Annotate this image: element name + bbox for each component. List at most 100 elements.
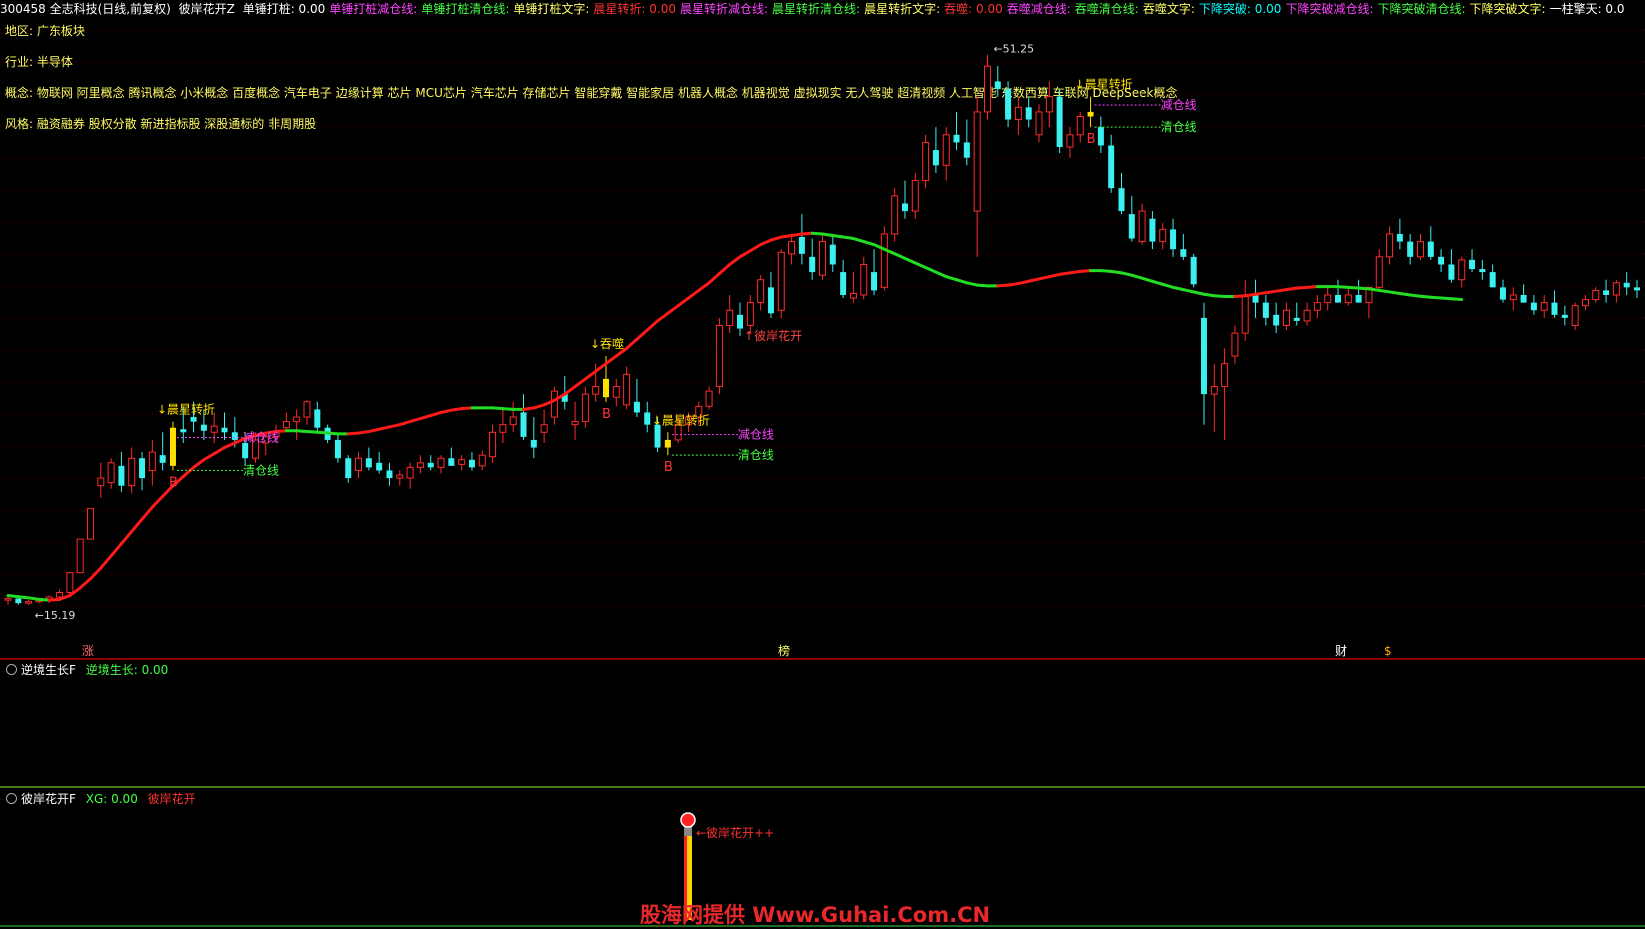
candle-body (1407, 241, 1414, 257)
candle-body (633, 401, 640, 413)
candlestick-chart[interactable]: ↓晨星转折B减仓线清仓线↓吞噬B ↓晨星转折B减仓线清仓线↑彼岸花开↓晨星转折B减… (0, 18, 1645, 658)
ma-line-segment (1295, 285, 1309, 290)
candle-body (922, 141, 930, 182)
ma-line-segment (408, 417, 422, 424)
ma-line-segment (1027, 277, 1041, 283)
indicator-value-2: 单锤打桩清仓线: (421, 2, 510, 16)
signal-label: ↓晨星转折 (652, 412, 710, 427)
candle-body (242, 442, 249, 459)
ma-line-segment (1212, 294, 1227, 299)
ma-line-segment (37, 597, 51, 602)
indicator-value-7: 晨星转折文字: (864, 2, 941, 16)
ma-line-segment (1264, 289, 1278, 295)
candle-body (1592, 289, 1600, 301)
candle-body (1005, 89, 1012, 120)
stock-title[interactable]: 300458 全志科技(日线,前复权) (0, 2, 171, 16)
candle-body (840, 272, 847, 295)
candle-body (1025, 107, 1032, 120)
candle-body (1489, 272, 1496, 288)
panel3-title[interactable]: 彼岸花开F (21, 792, 76, 806)
candle-body (1138, 210, 1146, 243)
ma-line-segment (491, 406, 505, 411)
candle-body (1097, 127, 1104, 146)
candle-body (499, 424, 507, 433)
ma-line-segment (1202, 292, 1216, 298)
candle-body (1293, 317, 1300, 321)
ma-line-segment (1388, 290, 1402, 295)
panel3-value: XG: 0.00 (85, 792, 138, 806)
ma-line-segment (759, 238, 773, 247)
ma-line-segment (223, 441, 237, 450)
candle-body (1416, 241, 1424, 258)
candle-body (458, 459, 466, 465)
ma-line-segment (924, 266, 938, 274)
ma-line-segment (965, 281, 979, 287)
ma-line-segment (1099, 269, 1113, 273)
candle-body (1303, 309, 1311, 322)
ma-line-segment (1037, 275, 1051, 281)
indicator-name[interactable]: 彼岸花开Z (179, 2, 235, 16)
candle-body (1355, 294, 1362, 303)
panel3-header: 彼岸花开F XG: 0.00 彼岸花开 (6, 791, 196, 807)
candle-body (478, 454, 486, 467)
indicator-value-5: 晨星转折减仓线: (680, 2, 769, 16)
event-tag: $ (1384, 644, 1392, 658)
ma-line-segment (707, 272, 721, 285)
candle-body (1252, 294, 1259, 303)
ma-line-segment (1150, 279, 1165, 286)
event-tag: 榜 (778, 643, 790, 658)
ma-line-segment (1140, 276, 1154, 283)
ma-line-segment (387, 423, 402, 429)
candle-body (1335, 294, 1342, 303)
ma-line-segment (1357, 286, 1371, 291)
ma-line-segment (532, 403, 546, 410)
candle-body (737, 314, 744, 329)
candle-body (1108, 145, 1115, 189)
candle-body (509, 416, 517, 426)
ma-line-segment (99, 554, 113, 570)
candle-body (819, 241, 826, 276)
candle-body (437, 457, 445, 468)
candle-body (932, 150, 939, 166)
candle-body (107, 462, 115, 484)
collapse-icon[interactable] (6, 664, 17, 675)
candle-body (726, 309, 734, 327)
collapse-icon[interactable] (6, 793, 17, 804)
ma-line-segment (16, 595, 31, 600)
candle-body (1396, 233, 1403, 242)
ma-line-segment (130, 517, 144, 533)
candle-body (86, 508, 94, 540)
ma-line-segment (501, 407, 515, 411)
signal-text: ←彼岸花开++ (696, 825, 774, 840)
ma-line-segment (377, 425, 391, 431)
ma-line-segment (192, 458, 206, 469)
panel2-title[interactable]: 逆境生长F (21, 663, 76, 677)
candle-body (416, 462, 424, 468)
ma-line-segment (573, 377, 587, 389)
flower-label: ↑彼岸花开 (744, 328, 802, 343)
ma-line-segment (1233, 294, 1247, 299)
ma-line-segment (78, 577, 92, 590)
ma-line-segment (357, 430, 371, 435)
ma-line-segment (460, 406, 474, 411)
panel3-flag: 彼岸花开 (147, 792, 196, 806)
candle-body (1035, 111, 1043, 136)
ma-line-segment (913, 261, 928, 270)
panel2-header: 逆境生长F 逆境生长: 0.00 (6, 662, 168, 678)
ma-line-segment (944, 275, 959, 282)
indicator-value-3: 单锤打桩文字: (513, 2, 590, 16)
candle-body (1170, 229, 1177, 250)
event-tag: 涨 (82, 643, 94, 658)
reduce-line-label: 减仓线 (1161, 98, 1197, 112)
ma-line-segment (27, 596, 41, 601)
panel2-value: 逆境生长: 0.00 (85, 663, 169, 677)
candle-body (1623, 282, 1630, 288)
indicator-value-14: 下降突破清仓线: (1377, 2, 1466, 16)
candle-body (1530, 302, 1537, 311)
ma-line-segment (676, 296, 690, 308)
candle-body (540, 424, 548, 433)
ma-line-segment (975, 283, 989, 288)
ma-line-segment (212, 446, 227, 456)
ma-line-segment (769, 235, 783, 242)
indicator-values: 单锤打桩: 0.00 单锤打桩减仓线: 单锤打桩清仓线: 单锤打桩文字: 晨星转折: 0… (243, 2, 1629, 16)
